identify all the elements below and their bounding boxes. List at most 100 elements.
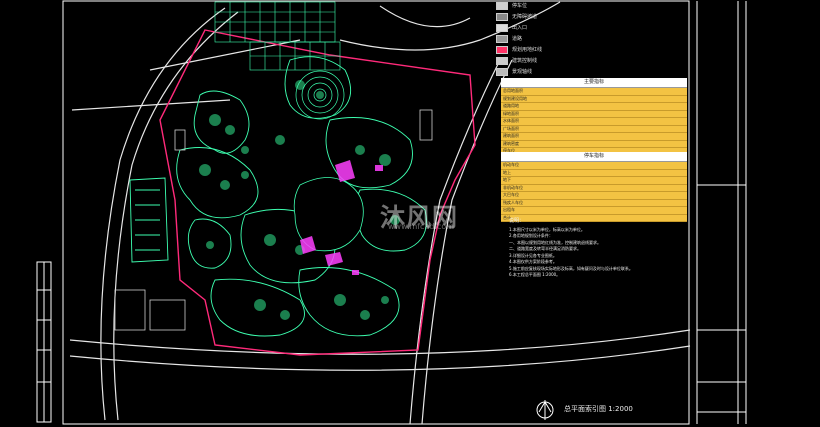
legend-swatch: [496, 45, 508, 54]
notes-line: 6.本工程总平面图 1:2000。: [509, 272, 561, 277]
legend-item: 无障碍坡道: [496, 11, 676, 22]
parking-table-cell: [594, 185, 641, 192]
indicator-table-cell: [548, 133, 595, 140]
parking-table-cell: [641, 170, 688, 177]
indicator-table-cell: [594, 111, 641, 118]
parking-table-row: 地下: [501, 177, 687, 185]
legend-label: 出入口: [512, 25, 528, 31]
indicator-table-cell: [641, 103, 688, 110]
legend-item: 道路: [496, 33, 676, 44]
indicator-table-cell: [594, 141, 641, 148]
parking-table-cell: [594, 200, 641, 207]
legend-label: 停车位: [512, 3, 528, 9]
parking-table-cell: 地下: [503, 177, 511, 182]
parking-table-cell: [548, 177, 595, 184]
parking-table-cell: 残疾人车位: [503, 199, 523, 205]
parking-table-cell: [548, 207, 595, 214]
legend-label: 规划用地红线: [512, 47, 543, 53]
parking-table: 停车指标 机动车位 地上 地下 非机动车位 大巴车位 残疾人车位 出租车 合计: [501, 152, 687, 222]
parking-table-cell: 出租车: [503, 207, 515, 212]
legend-item: 停车位: [496, 0, 676, 11]
parking-table-cell: 非机动车位: [503, 184, 523, 190]
indicator-table-row: 水体面积: [501, 118, 687, 126]
indicator-table-cell: [548, 96, 595, 103]
parking-table-row: 非机动车位: [501, 184, 687, 192]
legend-swatch: [496, 12, 508, 21]
indicator-table-row: 规划建设用地: [501, 95, 688, 103]
indicator-table-row: 建筑密度: [501, 140, 688, 148]
indicator-table-cell: 规划建设用地: [503, 95, 527, 101]
parking-table-cell: [548, 170, 595, 177]
parking-table-cell: [641, 192, 688, 199]
indicator-table-cell: 绿地面积: [503, 110, 519, 116]
parking-table-cell: [641, 200, 688, 207]
parking-table-cell: [548, 185, 595, 192]
indicator-table-cell: 总用地面积: [503, 88, 523, 93]
indicator-table-cell: [641, 126, 688, 133]
parking-table-cell: [641, 207, 688, 214]
parking-table-row: 出租车: [501, 207, 687, 215]
left-margin-scale: [36, 261, 52, 423]
indicator-table-row: 绿地面积: [501, 110, 688, 118]
indicator-table-cell: [594, 118, 641, 125]
parking-table-row: 地上: [501, 169, 688, 177]
indicator-table-cell: [641, 133, 688, 140]
indicator-table-cell: [594, 96, 641, 103]
indicator-table-row: 总用地面积: [501, 88, 687, 96]
legend-swatch: [496, 23, 508, 32]
indicator-table-row: 道路用地: [501, 103, 687, 111]
parking-table-cell: [548, 192, 595, 199]
indicator-table-cell: [548, 126, 595, 133]
parking-table-row: 机动车位: [501, 162, 687, 170]
legend: 停车位 无障碍坡道 出入口 道路 规划用地红线 建筑控制线 景观轴线: [496, 0, 676, 77]
indicator-table-cell: 水体面积: [503, 118, 519, 123]
parking-table-cell: [594, 162, 641, 169]
indicator-table-cell: [548, 118, 595, 125]
legend-label: 无障碍坡道: [512, 14, 538, 20]
notes-title: 说明：: [509, 218, 525, 224]
indicator-table-row: 广场面积: [501, 126, 688, 133]
indicator-table-cell: 建筑密度: [503, 140, 519, 146]
legend-swatch: [496, 34, 508, 43]
legend-item: 景观轴线: [496, 66, 676, 77]
parking-table-row: 大巴车位: [501, 192, 687, 200]
watermark-url: www.mfcad.com: [388, 222, 455, 231]
parking-table-cell: [548, 200, 595, 207]
parking-table-cell: [641, 162, 688, 169]
indicator-table-cell: [594, 133, 641, 140]
legend-item: 出入口: [496, 22, 676, 33]
parking-table-cell: [594, 207, 641, 214]
indicator-table-cell: [641, 96, 688, 103]
legend-swatch: [496, 67, 508, 76]
indicator-table-cell: 道路用地: [503, 103, 519, 108]
indicator-table-cell: [594, 88, 641, 95]
indicator-table-cell: [641, 111, 688, 118]
indicator-table-cell: [641, 141, 688, 148]
indicator-table-cell: [548, 88, 595, 95]
legend-item: 建筑控制线: [496, 55, 676, 66]
indicator-table-title: 主要指标: [501, 78, 687, 88]
parking-table-cell: [594, 177, 641, 184]
parking-table-cell: 地上: [503, 169, 511, 175]
indicator-table-row: 建筑面积: [501, 133, 687, 141]
indicator-table-cell: [548, 103, 595, 110]
legend-swatch: [496, 56, 508, 65]
legend-item: 规划用地红线: [496, 44, 676, 55]
design-notes: 说明： 1.本图尺寸以米为单位，标高以米为单位。 2.各用地规划设计条件： 一、本…: [509, 218, 679, 279]
parking-table-cell: [594, 192, 641, 199]
indicator-table-cell: [594, 103, 641, 110]
indicator-table-cell: [548, 111, 595, 118]
legend-label: 建筑控制线: [512, 58, 538, 64]
legend-swatch: [496, 1, 508, 10]
legend-label: 道路: [512, 36, 523, 42]
indicator-table-cell: [548, 141, 595, 148]
north-arrow-icon: [536, 400, 554, 420]
indicator-table-cell: [594, 126, 641, 133]
parking-table-row: 残疾人车位: [501, 199, 688, 207]
parking-table-cell: 大巴车位: [503, 192, 519, 197]
drawing-caption: 总平面索引图 1:2000: [564, 405, 633, 413]
parking-table-cell: 机动车位: [503, 162, 519, 167]
indicator-table: 主要指标 总用地面积 规划建设用地 道路用地 绿地面积 水体面积 广场面积 建筑…: [501, 78, 687, 163]
legend-label: 景观轴线: [512, 69, 533, 75]
parking-table-cell: [641, 177, 688, 184]
